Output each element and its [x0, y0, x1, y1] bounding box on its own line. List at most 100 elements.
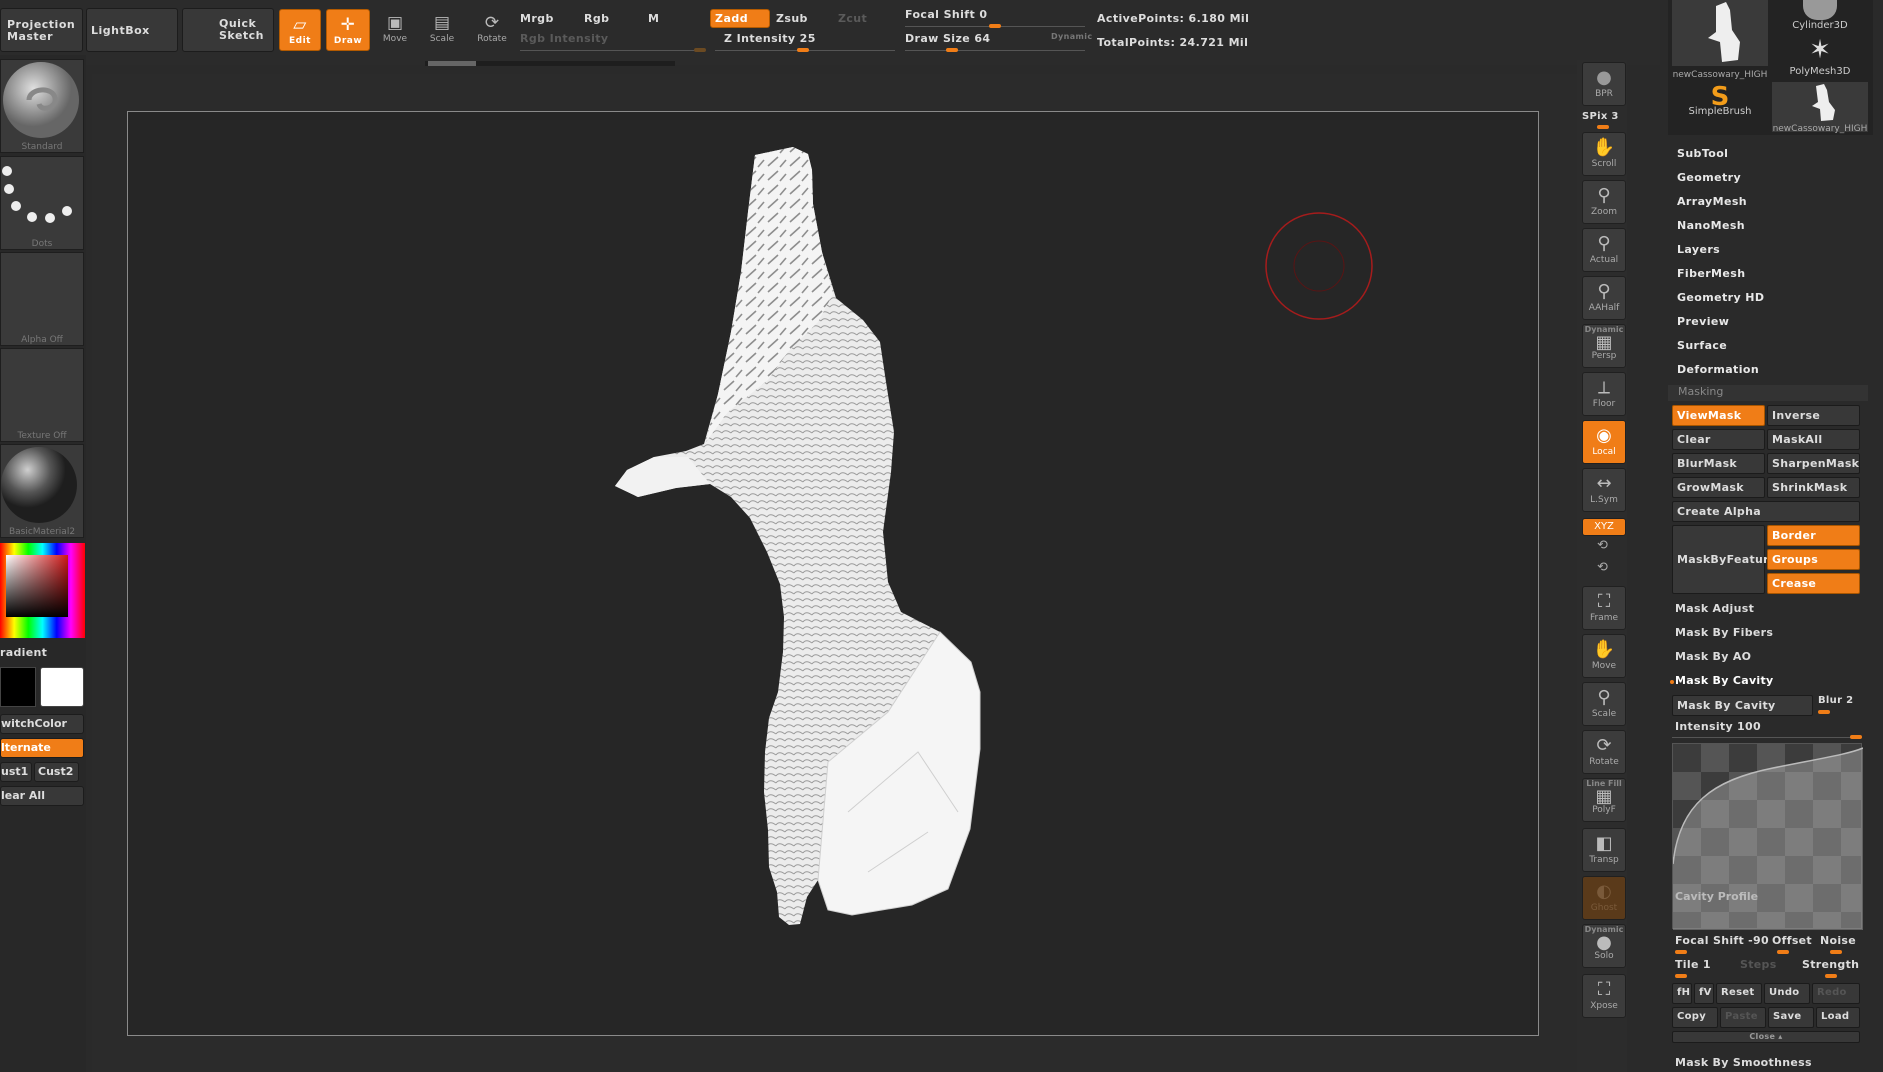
spix-slider[interactable]: SPix 3: [1582, 111, 1619, 122]
mask-by-fibers-header[interactable]: Mask By Fibers: [1675, 626, 1773, 639]
persp-button[interactable]: Dynamic ▦ Persp: [1582, 324, 1626, 368]
draw-button[interactable]: ✛ Draw: [326, 9, 370, 51]
copy-button[interactable]: Copy: [1672, 1007, 1718, 1028]
blur-slider[interactable]: Blur 2: [1818, 695, 1853, 706]
actual-button[interactable]: ⚲ Actual: [1582, 228, 1626, 272]
solo-button[interactable]: Dynamic ● Solo: [1582, 924, 1626, 968]
menu-layers[interactable]: Layers: [1677, 243, 1720, 256]
scroll-button[interactable]: ✋ Scroll: [1582, 132, 1626, 176]
close-curve-button[interactable]: Close ▴: [1672, 1031, 1860, 1043]
frame-button[interactable]: ⛶ Frame: [1582, 586, 1626, 630]
rgb-button[interactable]: Rgb: [584, 12, 609, 25]
stroke-selector[interactable]: Dots: [0, 156, 84, 250]
cavity-profile-curve[interactable]: Cavity Profile: [1672, 743, 1863, 930]
maskbyfeature-button[interactable]: MaskByFeature: [1672, 525, 1776, 594]
xpose-button[interactable]: ⛶ Xpose: [1582, 974, 1626, 1018]
draw-size-slider[interactable]: Draw Size 64: [905, 32, 990, 45]
draw-size-knob[interactable]: [946, 48, 958, 52]
mask-by-cavity-button[interactable]: Mask By Cavity: [1672, 695, 1813, 716]
tool-thumb-cassowary-2[interactable]: newCassowary_HIGH: [1772, 82, 1868, 134]
crease-toggle[interactable]: Crease: [1767, 573, 1860, 594]
z-intensity-knob[interactable]: [797, 48, 809, 52]
mask-by-ao-header[interactable]: Mask By AO: [1675, 650, 1751, 663]
tile-knob[interactable]: [1675, 974, 1687, 978]
quick-sketch-button[interactable]: Quick Sketch: [182, 8, 274, 52]
create-alpha-button[interactable]: Create Alpha: [1672, 501, 1860, 522]
noise-slider[interactable]: Noise: [1820, 934, 1856, 947]
rgb-intensity-knob[interactable]: [694, 48, 706, 52]
texture-selector[interactable]: Texture Off: [0, 348, 84, 442]
focal-shift-knob[interactable]: [1675, 950, 1687, 954]
color-picker-square[interactable]: [6, 555, 68, 617]
border-toggle[interactable]: Border: [1767, 525, 1860, 546]
save-button[interactable]: Save: [1768, 1007, 1814, 1028]
alternate-button[interactable]: lternate: [0, 738, 84, 758]
spix-knob[interactable]: [1597, 125, 1609, 129]
shrinkmask-button[interactable]: ShrinkMask: [1767, 477, 1860, 498]
menu-geometry-hd[interactable]: Geometry HD: [1677, 291, 1764, 304]
alpha-selector[interactable]: Alpha Off: [0, 252, 84, 346]
strength-slider[interactable]: Strength: [1802, 958, 1859, 971]
projection-master-button[interactable]: Projection Master: [0, 8, 83, 52]
noise-knob[interactable]: [1830, 950, 1842, 954]
focal-shift-knob[interactable]: [989, 24, 1001, 28]
rotate-view-button[interactable]: ⟳ Rotate: [1582, 730, 1626, 774]
focal-shift-slider[interactable]: Focal Shift 0: [905, 8, 987, 21]
lightbox-button[interactable]: LightBox: [86, 8, 178, 52]
offset-slider[interactable]: Offset: [1772, 934, 1812, 947]
strength-knob[interactable]: [1825, 974, 1837, 978]
flip-h-button[interactable]: fH: [1672, 983, 1692, 1004]
inverse-button[interactable]: Inverse: [1767, 405, 1860, 426]
dynamic-toggle[interactable]: Dynamic: [1051, 32, 1093, 41]
local-button[interactable]: ◉ Local: [1582, 420, 1626, 464]
floor-button[interactable]: ⟂ Floor: [1582, 372, 1626, 416]
paste-button[interactable]: Paste: [1720, 1007, 1766, 1028]
groups-toggle[interactable]: Groups: [1767, 549, 1860, 570]
rotate-y-icon[interactable]: ⟲: [1597, 538, 1608, 553]
intensity-knob[interactable]: [1850, 735, 1862, 739]
clear-all-button[interactable]: lear All: [0, 786, 84, 806]
move-view-button[interactable]: ✋ Move: [1582, 634, 1626, 678]
tool-thumb-cassowary[interactable]: newCassowary_HIGH: [1672, 0, 1768, 80]
switchcolor-button[interactable]: witchColor: [0, 714, 84, 734]
mask-by-smoothness-header[interactable]: Mask By Smoothness: [1675, 1056, 1812, 1069]
rotate-z-icon[interactable]: ⟲: [1597, 560, 1608, 575]
reset-button[interactable]: Reset: [1716, 983, 1762, 1004]
offset-knob[interactable]: [1777, 950, 1789, 954]
bpr-button[interactable]: ● BPR: [1582, 62, 1626, 106]
document-viewport[interactable]: [127, 111, 1539, 1036]
main-color-swatch[interactable]: [0, 667, 36, 707]
edit-button[interactable]: ▱ Edit: [279, 9, 321, 51]
load-button[interactable]: Load: [1816, 1007, 1860, 1028]
flip-v-button[interactable]: fV: [1694, 983, 1714, 1004]
xyz-button[interactable]: XYZ: [1582, 518, 1626, 536]
tool-thumb-simplebrush[interactable]: S SimpleBrush: [1672, 82, 1768, 148]
clear-button[interactable]: Clear: [1672, 429, 1765, 450]
undo-button[interactable]: Undo: [1764, 983, 1810, 1004]
maskall-button[interactable]: MaskAll: [1767, 429, 1860, 450]
menu-nanomesh[interactable]: NanoMesh: [1677, 219, 1745, 232]
mask-by-cavity-header[interactable]: Mask By Cavity: [1675, 674, 1774, 687]
masking-header[interactable]: Masking: [1668, 385, 1868, 401]
aahalf-button[interactable]: ⚲ AAHalf: [1582, 276, 1626, 320]
secondary-color-swatch[interactable]: [40, 667, 84, 707]
focal-shift-slider[interactable]: Focal Shift -90: [1675, 934, 1769, 947]
move-button[interactable]: ▣ Move: [378, 12, 412, 44]
z-intensity-slider[interactable]: Z Intensity 25: [724, 32, 816, 45]
rotate-button[interactable]: ⟳ Rotate: [475, 12, 509, 44]
color-picker[interactable]: [0, 543, 85, 638]
zcut-button[interactable]: Zcut: [838, 12, 867, 25]
redo-button[interactable]: Redo: [1812, 983, 1860, 1004]
scale-button[interactable]: ▤ Scale: [425, 12, 459, 44]
menu-subtool[interactable]: SubTool: [1677, 147, 1728, 160]
brush-selector[interactable]: Standard: [0, 59, 84, 153]
cust2-button[interactable]: Cust2: [34, 762, 79, 782]
lsym-button[interactable]: ↔ L.Sym: [1582, 468, 1626, 512]
sharpenmask-button[interactable]: SharpenMask: [1767, 453, 1860, 474]
cust1-button[interactable]: ust1: [0, 762, 32, 782]
menu-preview[interactable]: Preview: [1677, 315, 1729, 328]
menu-arraymesh[interactable]: ArrayMesh: [1677, 195, 1747, 208]
m-button[interactable]: M: [648, 12, 659, 25]
tile-slider[interactable]: Tile 1: [1675, 958, 1711, 971]
menu-deformation[interactable]: Deformation: [1677, 363, 1759, 376]
